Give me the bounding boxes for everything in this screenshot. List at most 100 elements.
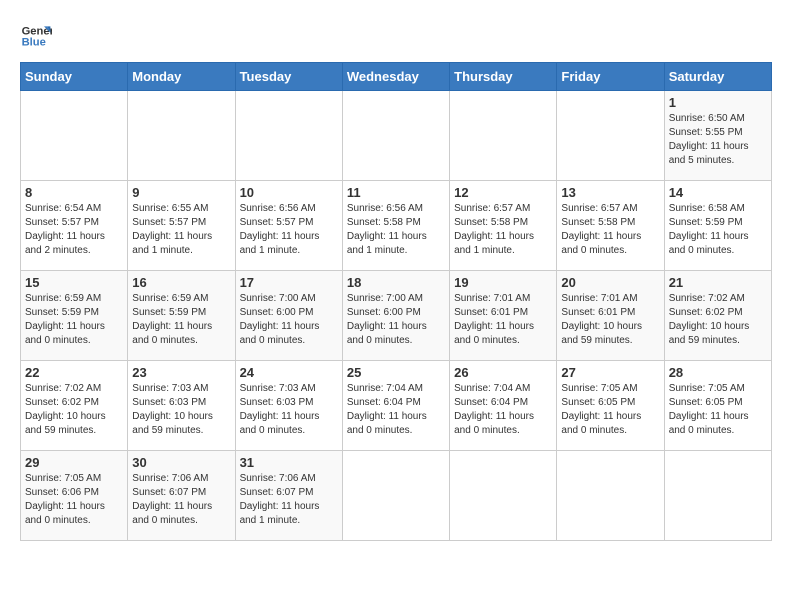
- day-info: Sunrise: 6:50 AMSunset: 5:55 PMDaylight:…: [669, 112, 767, 168]
- day-number: 14: [669, 185, 767, 200]
- calendar-cell-w1d7: 1 Sunrise: 6:50 AMSunset: 5:55 PMDaylight…: [664, 91, 771, 181]
- day-number: 20: [561, 275, 659, 290]
- day-info: Sunrise: 7:03 AMSunset: 6:03 PMDaylight:…: [240, 382, 338, 438]
- day-number: 26: [454, 365, 552, 380]
- week-row-5: 29 Sunrise: 7:05 AMSunset: 6:06 PMDayligh…: [21, 451, 772, 541]
- day-info: Sunrise: 6:59 AMSunset: 5:59 PMDaylight:…: [132, 292, 230, 348]
- day-number: 22: [25, 365, 123, 380]
- logo-icon: General Blue: [20, 20, 52, 52]
- calendar-table: SundayMondayTuesdayWednesdayThursdayFrid…: [20, 62, 772, 541]
- calendar-cell-w5d1: 29 Sunrise: 7:05 AMSunset: 6:06 PMDayligh…: [21, 451, 128, 541]
- calendar-cell-w4d3: 24 Sunrise: 7:03 AMSunset: 6:03 PMDayligh…: [235, 361, 342, 451]
- day-info: Sunrise: 6:59 AMSunset: 5:59 PMDaylight:…: [25, 292, 123, 348]
- day-info: Sunrise: 7:00 AMSunset: 6:00 PMDaylight:…: [347, 292, 445, 348]
- day-number: 8: [25, 185, 123, 200]
- day-number: 11: [347, 185, 445, 200]
- calendar-cell-w3d7: 21 Sunrise: 7:02 AMSunset: 6:02 PMDayligh…: [664, 271, 771, 361]
- day-number: 28: [669, 365, 767, 380]
- calendar-cell-w2d2: 9 Sunrise: 6:55 AMSunset: 5:57 PMDaylight…: [128, 181, 235, 271]
- day-info: Sunrise: 6:56 AMSunset: 5:58 PMDaylight:…: [347, 202, 445, 258]
- col-header-thursday: Thursday: [450, 63, 557, 91]
- day-info: Sunrise: 6:58 AMSunset: 5:59 PMDaylight:…: [669, 202, 767, 258]
- day-number: 29: [25, 455, 123, 470]
- calendar-cell-w4d2: 23 Sunrise: 7:03 AMSunset: 6:03 PMDayligh…: [128, 361, 235, 451]
- day-info: Sunrise: 6:57 AMSunset: 5:58 PMDaylight:…: [454, 202, 552, 258]
- day-info: Sunrise: 7:01 AMSunset: 6:01 PMDaylight:…: [561, 292, 659, 348]
- calendar-cell-w3d4: 18 Sunrise: 7:00 AMSunset: 6:00 PMDayligh…: [342, 271, 449, 361]
- calendar-cell-w5d7: [664, 451, 771, 541]
- col-header-sunday: Sunday: [21, 63, 128, 91]
- calendar-cell-w4d6: 27 Sunrise: 7:05 AMSunset: 6:05 PMDayligh…: [557, 361, 664, 451]
- day-info: Sunrise: 7:02 AMSunset: 6:02 PMDaylight:…: [25, 382, 123, 438]
- day-info: Sunrise: 6:57 AMSunset: 5:58 PMDaylight:…: [561, 202, 659, 258]
- calendar-cell-w4d7: 28Sunrise: 7:05 AMSunset: 6:05 PMDayligh…: [664, 361, 771, 451]
- day-number: 18: [347, 275, 445, 290]
- day-number: 27: [561, 365, 659, 380]
- day-info: Sunrise: 7:02 AMSunset: 6:02 PMDaylight:…: [669, 292, 767, 348]
- logo: General Blue: [20, 20, 56, 52]
- col-header-wednesday: Wednesday: [342, 63, 449, 91]
- day-info: Sunrise: 6:54 AMSunset: 5:57 PMDaylight:…: [25, 202, 123, 258]
- col-header-friday: Friday: [557, 63, 664, 91]
- calendar-cell-w5d6: [557, 451, 664, 541]
- calendar-cell-w3d3: 17 Sunrise: 7:00 AMSunset: 6:00 PMDayligh…: [235, 271, 342, 361]
- col-header-monday: Monday: [128, 63, 235, 91]
- calendar-cell-w2d3: 10 Sunrise: 6:56 AMSunset: 5:57 PMDayligh…: [235, 181, 342, 271]
- week-row-1: 1 Sunrise: 6:50 AMSunset: 5:55 PMDaylight…: [21, 91, 772, 181]
- svg-text:Blue: Blue: [22, 37, 46, 49]
- calendar-cell-w5d5: [450, 451, 557, 541]
- day-info: Sunrise: 7:04 AMSunset: 6:04 PMDaylight:…: [347, 382, 445, 438]
- day-number: 24: [240, 365, 338, 380]
- day-number: 30: [132, 455, 230, 470]
- calendar-cell-w4d4: 25Sunrise: 7:04 AMSunset: 6:04 PMDayligh…: [342, 361, 449, 451]
- calendar-cell-w2d1: 8 Sunrise: 6:54 AMSunset: 5:57 PMDaylight…: [21, 181, 128, 271]
- calendar-cell-w4d1: 22 Sunrise: 7:02 AMSunset: 6:02 PMDayligh…: [21, 361, 128, 451]
- calendar-cell-w2d7: 14 Sunrise: 6:58 AMSunset: 5:59 PMDayligh…: [664, 181, 771, 271]
- day-info: Sunrise: 7:01 AMSunset: 6:01 PMDaylight:…: [454, 292, 552, 348]
- page-header: General Blue: [20, 20, 772, 52]
- day-number: 12: [454, 185, 552, 200]
- calendar-cell-w3d1: 15 Sunrise: 6:59 AMSunset: 5:59 PMDayligh…: [21, 271, 128, 361]
- calendar-cell-w1d2: [128, 91, 235, 181]
- day-number: 13: [561, 185, 659, 200]
- calendar-cell-w5d2: 30Sunrise: 7:06 AMSunset: 6:07 PMDayligh…: [128, 451, 235, 541]
- day-number: 1: [669, 95, 767, 110]
- day-info: Sunrise: 7:00 AMSunset: 6:00 PMDaylight:…: [240, 292, 338, 348]
- header-row: SundayMondayTuesdayWednesdayThursdayFrid…: [21, 63, 772, 91]
- day-info: Sunrise: 6:56 AMSunset: 5:57 PMDaylight:…: [240, 202, 338, 258]
- calendar-cell-w1d1: [21, 91, 128, 181]
- calendar-cell-w1d5: [450, 91, 557, 181]
- calendar-cell-w4d5: 26 Sunrise: 7:04 AMSunset: 6:04 PMDayligh…: [450, 361, 557, 451]
- calendar-cell-w1d3: [235, 91, 342, 181]
- day-number: 9: [132, 185, 230, 200]
- day-number: 19: [454, 275, 552, 290]
- calendar-cell-w5d4: [342, 451, 449, 541]
- day-number: 17: [240, 275, 338, 290]
- day-info: Sunrise: 7:03 AMSunset: 6:03 PMDaylight:…: [132, 382, 230, 438]
- week-row-2: 8 Sunrise: 6:54 AMSunset: 5:57 PMDaylight…: [21, 181, 772, 271]
- day-info: Sunrise: 7:04 AMSunset: 6:04 PMDaylight:…: [454, 382, 552, 438]
- day-number: 31: [240, 455, 338, 470]
- day-number: 23: [132, 365, 230, 380]
- day-number: 10: [240, 185, 338, 200]
- day-number: 15: [25, 275, 123, 290]
- day-info: Sunrise: 7:05 AMSunset: 6:06 PMDaylight:…: [25, 472, 123, 528]
- calendar-cell-w3d2: 16 Sunrise: 6:59 AMSunset: 5:59 PMDayligh…: [128, 271, 235, 361]
- calendar-cell-w3d5: 19 Sunrise: 7:01 AMSunset: 6:01 PMDayligh…: [450, 271, 557, 361]
- week-row-3: 15 Sunrise: 6:59 AMSunset: 5:59 PMDayligh…: [21, 271, 772, 361]
- col-header-saturday: Saturday: [664, 63, 771, 91]
- calendar-cell-w5d3: 31 Sunrise: 7:06 AMSunset: 6:07 PMDayligh…: [235, 451, 342, 541]
- calendar-cell-w3d6: 20 Sunrise: 7:01 AMSunset: 6:01 PMDayligh…: [557, 271, 664, 361]
- day-info: Sunrise: 7:06 AMSunset: 6:07 PMDaylight:…: [240, 472, 338, 528]
- day-info: Sunrise: 7:05 AMSunset: 6:05 PMDaylight:…: [561, 382, 659, 438]
- day-number: 16: [132, 275, 230, 290]
- day-number: 21: [669, 275, 767, 290]
- calendar-cell-w2d5: 12 Sunrise: 6:57 AMSunset: 5:58 PMDayligh…: [450, 181, 557, 271]
- calendar-cell-w1d6: [557, 91, 664, 181]
- calendar-cell-w1d4: [342, 91, 449, 181]
- week-row-4: 22 Sunrise: 7:02 AMSunset: 6:02 PMDayligh…: [21, 361, 772, 451]
- col-header-tuesday: Tuesday: [235, 63, 342, 91]
- calendar-cell-w2d4: 11 Sunrise: 6:56 AMSunset: 5:58 PMDayligh…: [342, 181, 449, 271]
- calendar-cell-w2d6: 13 Sunrise: 6:57 AMSunset: 5:58 PMDayligh…: [557, 181, 664, 271]
- day-info: Sunrise: 6:55 AMSunset: 5:57 PMDaylight:…: [132, 202, 230, 258]
